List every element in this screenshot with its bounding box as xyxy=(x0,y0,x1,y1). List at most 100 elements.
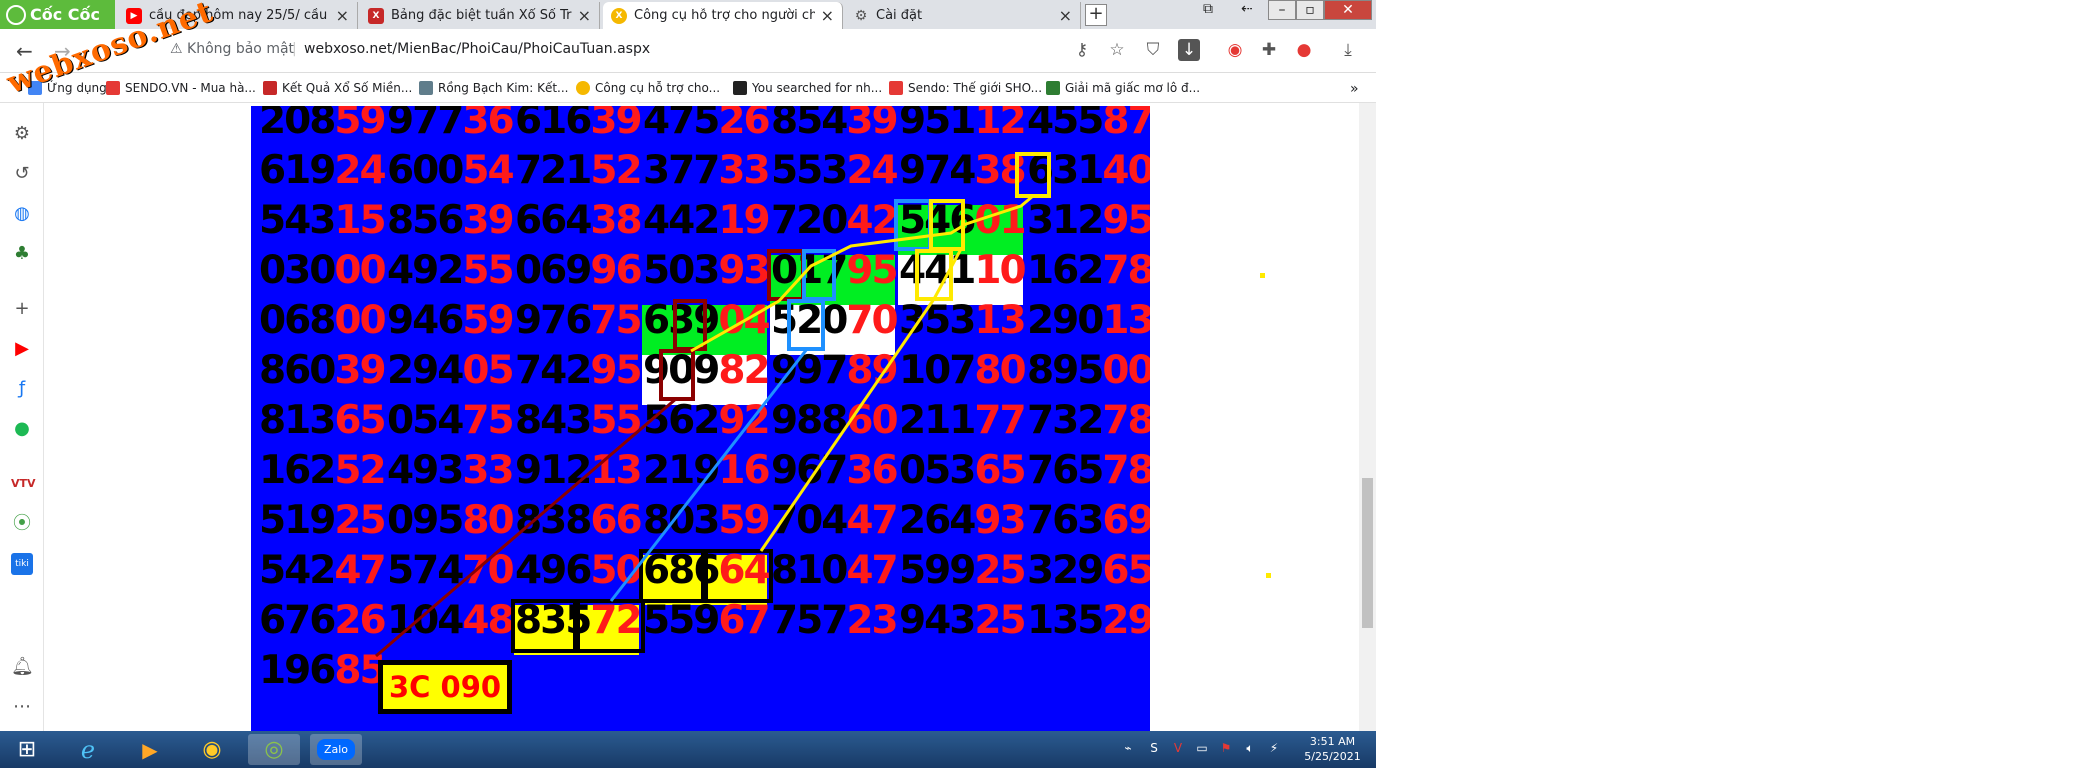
yellow-dot xyxy=(1266,573,1271,578)
close-icon[interactable]: × xyxy=(821,6,834,25)
history-icon[interactable]: ↺ xyxy=(11,163,33,185)
address-toolbar: ← → ⚠ Không bảo mật | webxoso.net/MienBa… xyxy=(0,29,1376,73)
close-window-button[interactable]: ✕ xyxy=(1324,0,1372,20)
bookmark-sendo-the-gioi[interactable]: Sendo: Thế giới SHO... xyxy=(889,81,1042,95)
back-arrow-icon[interactable]: ⇠ xyxy=(1235,0,1259,20)
line-yellow-top xyxy=(690,194,1034,353)
star-icon[interactable]: ☆ xyxy=(1106,39,1128,61)
power-icon[interactable]: ⚡ xyxy=(1266,741,1282,757)
bookmark-rong-bach-kim[interactable]: Rồng Bạch Kim: Kết... xyxy=(419,81,568,95)
add-icon[interactable]: + xyxy=(11,298,33,320)
coccoc-brand[interactable]: Cốc Cốc xyxy=(0,0,115,29)
brand-name: Cốc Cốc xyxy=(30,5,101,24)
tab-title: Công cụ hỗ trợ cho người ch xyxy=(634,8,815,23)
coccoc-sidebar: ⚙ ↺ ◍ ♣ + ▶ ƒ ● VTV ⦿ tiki 🔔︎ ⋯ xyxy=(0,103,44,731)
address-bar[interactable]: webxoso.net/MienBac/PhoiCau/PhoiCauTuan.… xyxy=(304,41,650,57)
network-icon[interactable]: ⌁ xyxy=(1120,741,1136,757)
flag-icon[interactable]: ⚑ xyxy=(1218,741,1234,757)
box-black-68 xyxy=(639,549,708,603)
rbk-icon xyxy=(419,81,433,95)
box-black-572 xyxy=(573,599,645,653)
facebook-icon[interactable]: ƒ xyxy=(11,378,33,400)
clock-time: 3:51 AM xyxy=(1309,735,1356,748)
box-black-664 xyxy=(701,549,773,603)
scrollbar-thumb[interactable] xyxy=(1362,478,1373,628)
webxoso-icon xyxy=(576,81,590,95)
tiki-icon[interactable]: tiki xyxy=(11,553,33,575)
profile-avatar-icon[interactable]: ● xyxy=(1293,39,1315,61)
close-icon[interactable]: × xyxy=(1059,6,1072,25)
bookmark-ket-qua-xo-so[interactable]: Kết Quả Xổ Số Miền... xyxy=(263,81,412,95)
box-maroon-0b xyxy=(659,349,695,401)
download-video-icon[interactable]: ↓ xyxy=(1178,39,1200,61)
box-black-83 xyxy=(511,599,580,653)
shield-icon[interactable]: ⛉ xyxy=(1142,39,1164,61)
yellow-dot xyxy=(1260,273,1265,278)
clock-date: 5/25/2021 xyxy=(1304,750,1361,763)
browser-window: Cốc Cốc ▶ cầu đẹp hôm nay 25/5/ cầu lô ×… xyxy=(0,0,1376,768)
bookmark-cong-cu-ho-tro[interactable]: Công cụ hỗ trợ cho... xyxy=(576,81,720,95)
xoso-icon: X xyxy=(368,7,384,24)
zalo-taskbar-icon[interactable]: Zalo xyxy=(310,734,362,765)
start-button[interactable]: ⊞ xyxy=(4,734,50,765)
bookmark-giai-ma-giac-mo[interactable]: Giải mã giấc mơ lô đ... xyxy=(1046,81,1200,95)
extensions-icon[interactable]: ✚ xyxy=(1258,39,1280,61)
line-blue xyxy=(609,348,809,602)
new-tab-button[interactable]: + xyxy=(1085,4,1107,26)
downloads-icon[interactable]: ⤓ xyxy=(1337,39,1359,61)
skype-icon[interactable]: S xyxy=(1146,741,1162,757)
coccoc-extension-icon[interactable]: ◉ xyxy=(1224,39,1246,61)
box-yellow-6 xyxy=(1015,152,1051,198)
game-icon[interactable]: ♣ xyxy=(11,243,33,265)
tab-bang-dac-biet[interactable]: X Bảng đặc biệt tuần Xổ Số Trự × xyxy=(360,2,600,29)
spotify-icon[interactable]: ● xyxy=(11,418,33,440)
tab-settings[interactable]: ⚙ Cài đặt × xyxy=(845,2,1081,29)
internet-explorer-icon[interactable]: ℯ xyxy=(62,734,114,765)
tab-title: Cài đặt xyxy=(876,8,923,23)
bookmarks-more[interactable]: » xyxy=(1350,81,1359,97)
search-tabs-icon[interactable]: ⧉ xyxy=(1196,0,1220,20)
close-icon[interactable]: × xyxy=(336,6,349,25)
tab-cong-cu-ho-tro[interactable]: X Công cụ hỗ trợ cho người ch × xyxy=(603,2,843,29)
system-clock[interactable]: 3:51 AM 5/25/2021 xyxy=(1295,734,1370,764)
minimize-button[interactable]: – xyxy=(1268,0,1296,20)
sendo-icon xyxy=(106,81,120,95)
line-yellow xyxy=(759,298,936,552)
tab-title: Bảng đặc biệt tuần Xổ Số Trự xyxy=(391,8,572,23)
bookmark-you-searched[interactable]: You searched for nh... xyxy=(733,81,882,95)
line-maroon xyxy=(375,396,678,658)
settings-gear-icon[interactable]: ⚙ xyxy=(11,123,33,145)
chrome-icon[interactable]: ◉ xyxy=(186,734,238,765)
phoi-cau-board: 20859977366163947526854399511245587 61924… xyxy=(251,106,1150,731)
vpn-icon[interactable]: V xyxy=(1170,741,1186,757)
windows-taskbar: ⊞ ℯ ▶ ◉ ◎ Zalo ⌁ S V ▭ ⚑ 🔈︎ ⚡ 3:51 AM 5/… xyxy=(0,731,1376,768)
separator: | xyxy=(292,41,297,57)
page-scrollbar[interactable] xyxy=(1359,103,1376,731)
bookmarks-bar: Ứng dụng SENDO.VN - Mua hà... Kết Quả Xổ… xyxy=(0,73,1376,103)
maximize-button[interactable]: ▫ xyxy=(1296,0,1324,20)
security-warning[interactable]: ⚠ Không bảo mật xyxy=(170,41,294,57)
sendo-icon xyxy=(889,81,903,95)
display-icon[interactable]: ▭ xyxy=(1194,741,1210,757)
box-blue-5 xyxy=(894,199,932,251)
media-player-icon[interactable]: ▶ xyxy=(124,734,176,765)
youtube-icon[interactable]: ▶ xyxy=(11,338,33,360)
more-icon[interactable]: ⋯ xyxy=(11,696,33,718)
close-icon[interactable]: × xyxy=(578,6,591,25)
site-365-icon xyxy=(733,81,747,95)
coccoc-logo-icon xyxy=(6,4,26,25)
xoso-icon xyxy=(263,81,277,95)
vtv-icon[interactable]: VTV xyxy=(11,473,36,495)
map-pin-icon[interactable]: ⦿ xyxy=(11,513,33,535)
volume-icon[interactable]: 🔈︎ xyxy=(1242,741,1258,757)
nd-icon xyxy=(1046,81,1060,95)
messenger-icon[interactable]: ◍ xyxy=(11,203,33,225)
bookmark-sendo-vn[interactable]: SENDO.VN - Mua hà... xyxy=(106,81,256,95)
box-yellow-6b xyxy=(929,199,965,251)
key-icon[interactable]: ⚷ xyxy=(1071,39,1093,61)
security-label: Không bảo mật xyxy=(187,41,295,57)
coccoc-taskbar-icon[interactable]: ◎ xyxy=(248,734,300,765)
notifications-bell-icon[interactable]: 🔔︎ xyxy=(11,656,34,678)
webxoso-icon: X xyxy=(611,7,627,24)
callout-3c-090: 3C 090 xyxy=(378,660,512,714)
